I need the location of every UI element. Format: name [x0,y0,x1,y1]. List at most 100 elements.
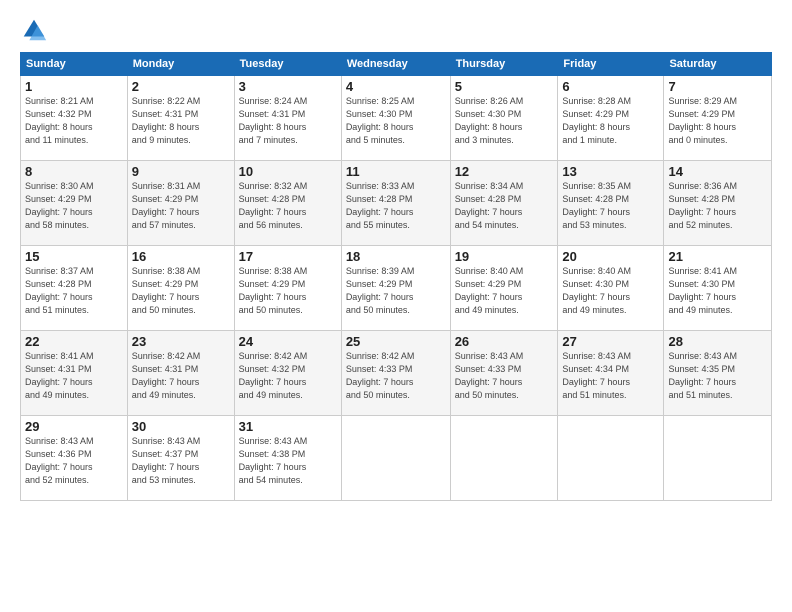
day-cell: 31Sunrise: 8:43 AM Sunset: 4:38 PM Dayli… [234,416,341,501]
day-info: Sunrise: 8:43 AM Sunset: 4:37 PM Dayligh… [132,435,230,487]
day-number: 29 [25,419,123,434]
day-cell: 2Sunrise: 8:22 AM Sunset: 4:31 PM Daylig… [127,76,234,161]
day-info: Sunrise: 8:37 AM Sunset: 4:28 PM Dayligh… [25,265,123,317]
day-number: 21 [668,249,767,264]
header-cell-saturday: Saturday [664,53,772,76]
week-row-5: 29Sunrise: 8:43 AM Sunset: 4:36 PM Dayli… [21,416,772,501]
day-info: Sunrise: 8:40 AM Sunset: 4:29 PM Dayligh… [455,265,554,317]
day-cell: 4Sunrise: 8:25 AM Sunset: 4:30 PM Daylig… [341,76,450,161]
day-number: 13 [562,164,659,179]
day-info: Sunrise: 8:39 AM Sunset: 4:29 PM Dayligh… [346,265,446,317]
day-cell: 26Sunrise: 8:43 AM Sunset: 4:33 PM Dayli… [450,331,558,416]
day-number: 25 [346,334,446,349]
header-cell-sunday: Sunday [21,53,128,76]
day-cell: 28Sunrise: 8:43 AM Sunset: 4:35 PM Dayli… [664,331,772,416]
day-number: 19 [455,249,554,264]
day-info: Sunrise: 8:35 AM Sunset: 4:28 PM Dayligh… [562,180,659,232]
week-row-2: 8Sunrise: 8:30 AM Sunset: 4:29 PM Daylig… [21,161,772,246]
day-cell: 19Sunrise: 8:40 AM Sunset: 4:29 PM Dayli… [450,246,558,331]
day-info: Sunrise: 8:42 AM Sunset: 4:31 PM Dayligh… [132,350,230,402]
day-number: 6 [562,79,659,94]
day-info: Sunrise: 8:33 AM Sunset: 4:28 PM Dayligh… [346,180,446,232]
day-number: 3 [239,79,337,94]
day-info: Sunrise: 8:38 AM Sunset: 4:29 PM Dayligh… [239,265,337,317]
day-cell: 27Sunrise: 8:43 AM Sunset: 4:34 PM Dayli… [558,331,664,416]
day-number: 15 [25,249,123,264]
header-cell-tuesday: Tuesday [234,53,341,76]
day-info: Sunrise: 8:21 AM Sunset: 4:32 PM Dayligh… [25,95,123,147]
day-info: Sunrise: 8:26 AM Sunset: 4:30 PM Dayligh… [455,95,554,147]
day-info: Sunrise: 8:43 AM Sunset: 4:38 PM Dayligh… [239,435,337,487]
day-number: 5 [455,79,554,94]
day-info: Sunrise: 8:42 AM Sunset: 4:32 PM Dayligh… [239,350,337,402]
week-row-1: 1Sunrise: 8:21 AM Sunset: 4:32 PM Daylig… [21,76,772,161]
day-number: 28 [668,334,767,349]
day-number: 22 [25,334,123,349]
day-info: Sunrise: 8:40 AM Sunset: 4:30 PM Dayligh… [562,265,659,317]
day-cell: 21Sunrise: 8:41 AM Sunset: 4:30 PM Dayli… [664,246,772,331]
day-number: 18 [346,249,446,264]
day-info: Sunrise: 8:29 AM Sunset: 4:29 PM Dayligh… [668,95,767,147]
day-info: Sunrise: 8:41 AM Sunset: 4:30 PM Dayligh… [668,265,767,317]
day-info: Sunrise: 8:34 AM Sunset: 4:28 PM Dayligh… [455,180,554,232]
day-info: Sunrise: 8:43 AM Sunset: 4:35 PM Dayligh… [668,350,767,402]
header-cell-friday: Friday [558,53,664,76]
day-info: Sunrise: 8:41 AM Sunset: 4:31 PM Dayligh… [25,350,123,402]
day-number: 10 [239,164,337,179]
day-cell: 18Sunrise: 8:39 AM Sunset: 4:29 PM Dayli… [341,246,450,331]
day-cell: 20Sunrise: 8:40 AM Sunset: 4:30 PM Dayli… [558,246,664,331]
week-row-3: 15Sunrise: 8:37 AM Sunset: 4:28 PM Dayli… [21,246,772,331]
day-cell: 13Sunrise: 8:35 AM Sunset: 4:28 PM Dayli… [558,161,664,246]
day-number: 16 [132,249,230,264]
day-cell: 17Sunrise: 8:38 AM Sunset: 4:29 PM Dayli… [234,246,341,331]
day-number: 20 [562,249,659,264]
day-info: Sunrise: 8:42 AM Sunset: 4:33 PM Dayligh… [346,350,446,402]
day-info: Sunrise: 8:31 AM Sunset: 4:29 PM Dayligh… [132,180,230,232]
calendar-header: SundayMondayTuesdayWednesdayThursdayFrid… [21,53,772,76]
day-cell [450,416,558,501]
day-cell: 25Sunrise: 8:42 AM Sunset: 4:33 PM Dayli… [341,331,450,416]
day-info: Sunrise: 8:43 AM Sunset: 4:34 PM Dayligh… [562,350,659,402]
week-row-4: 22Sunrise: 8:41 AM Sunset: 4:31 PM Dayli… [21,331,772,416]
day-number: 4 [346,79,446,94]
day-cell [558,416,664,501]
page: SundayMondayTuesdayWednesdayThursdayFrid… [0,0,792,612]
day-number: 26 [455,334,554,349]
logo [20,16,52,44]
day-number: 24 [239,334,337,349]
day-info: Sunrise: 8:43 AM Sunset: 4:36 PM Dayligh… [25,435,123,487]
day-cell: 24Sunrise: 8:42 AM Sunset: 4:32 PM Dayli… [234,331,341,416]
header-cell-monday: Monday [127,53,234,76]
day-number: 17 [239,249,337,264]
header-cell-wednesday: Wednesday [341,53,450,76]
day-number: 2 [132,79,230,94]
day-number: 8 [25,164,123,179]
day-cell: 11Sunrise: 8:33 AM Sunset: 4:28 PM Dayli… [341,161,450,246]
day-number: 31 [239,419,337,434]
day-cell: 30Sunrise: 8:43 AM Sunset: 4:37 PM Dayli… [127,416,234,501]
day-number: 27 [562,334,659,349]
day-cell: 10Sunrise: 8:32 AM Sunset: 4:28 PM Dayli… [234,161,341,246]
day-number: 7 [668,79,767,94]
day-info: Sunrise: 8:30 AM Sunset: 4:29 PM Dayligh… [25,180,123,232]
day-number: 14 [668,164,767,179]
day-cell: 1Sunrise: 8:21 AM Sunset: 4:32 PM Daylig… [21,76,128,161]
day-cell: 12Sunrise: 8:34 AM Sunset: 4:28 PM Dayli… [450,161,558,246]
day-cell: 23Sunrise: 8:42 AM Sunset: 4:31 PM Dayli… [127,331,234,416]
day-cell: 3Sunrise: 8:24 AM Sunset: 4:31 PM Daylig… [234,76,341,161]
day-number: 12 [455,164,554,179]
day-info: Sunrise: 8:32 AM Sunset: 4:28 PM Dayligh… [239,180,337,232]
header [20,16,772,44]
day-info: Sunrise: 8:24 AM Sunset: 4:31 PM Dayligh… [239,95,337,147]
day-cell: 22Sunrise: 8:41 AM Sunset: 4:31 PM Dayli… [21,331,128,416]
day-cell [664,416,772,501]
day-cell: 16Sunrise: 8:38 AM Sunset: 4:29 PM Dayli… [127,246,234,331]
day-info: Sunrise: 8:25 AM Sunset: 4:30 PM Dayligh… [346,95,446,147]
day-info: Sunrise: 8:38 AM Sunset: 4:29 PM Dayligh… [132,265,230,317]
day-cell [341,416,450,501]
day-number: 9 [132,164,230,179]
day-info: Sunrise: 8:22 AM Sunset: 4:31 PM Dayligh… [132,95,230,147]
day-cell: 15Sunrise: 8:37 AM Sunset: 4:28 PM Dayli… [21,246,128,331]
day-cell: 7Sunrise: 8:29 AM Sunset: 4:29 PM Daylig… [664,76,772,161]
day-number: 11 [346,164,446,179]
